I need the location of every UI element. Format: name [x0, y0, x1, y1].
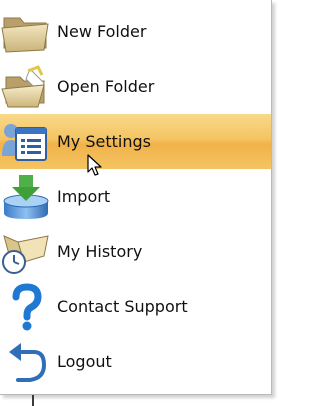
menu-item-contact-support[interactable]: Contact Support: [0, 279, 271, 334]
open-folder-icon: [0, 63, 52, 111]
help-icon: [0, 283, 52, 331]
menu-item-open-folder[interactable]: Open Folder: [0, 59, 271, 114]
menu-item-label: Contact Support: [57, 297, 188, 316]
mouse-cursor-icon: [87, 154, 103, 178]
import-icon: [0, 173, 52, 221]
menu-item-label: Logout: [57, 352, 112, 371]
logout-icon: [0, 338, 52, 386]
folder-icon: [0, 8, 52, 56]
menu-item-import[interactable]: Import: [0, 169, 271, 224]
history-icon: [0, 228, 52, 276]
background-edge: [32, 395, 34, 406]
menu-item-label: New Folder: [57, 22, 147, 41]
menu-item-logout[interactable]: Logout: [0, 334, 271, 389]
menu-item-new-folder[interactable]: New Folder: [0, 4, 271, 59]
menu-item-label: My Settings: [57, 132, 151, 151]
settings-icon: [0, 118, 52, 166]
menu-item-label: Open Folder: [57, 77, 155, 96]
menu-item-my-settings[interactable]: My Settings: [0, 114, 271, 169]
menu-item-my-history[interactable]: My History: [0, 224, 271, 279]
user-menu: New Folder Open Folder My Settings Impor…: [0, 0, 272, 395]
menu-item-label: My History: [57, 242, 143, 261]
